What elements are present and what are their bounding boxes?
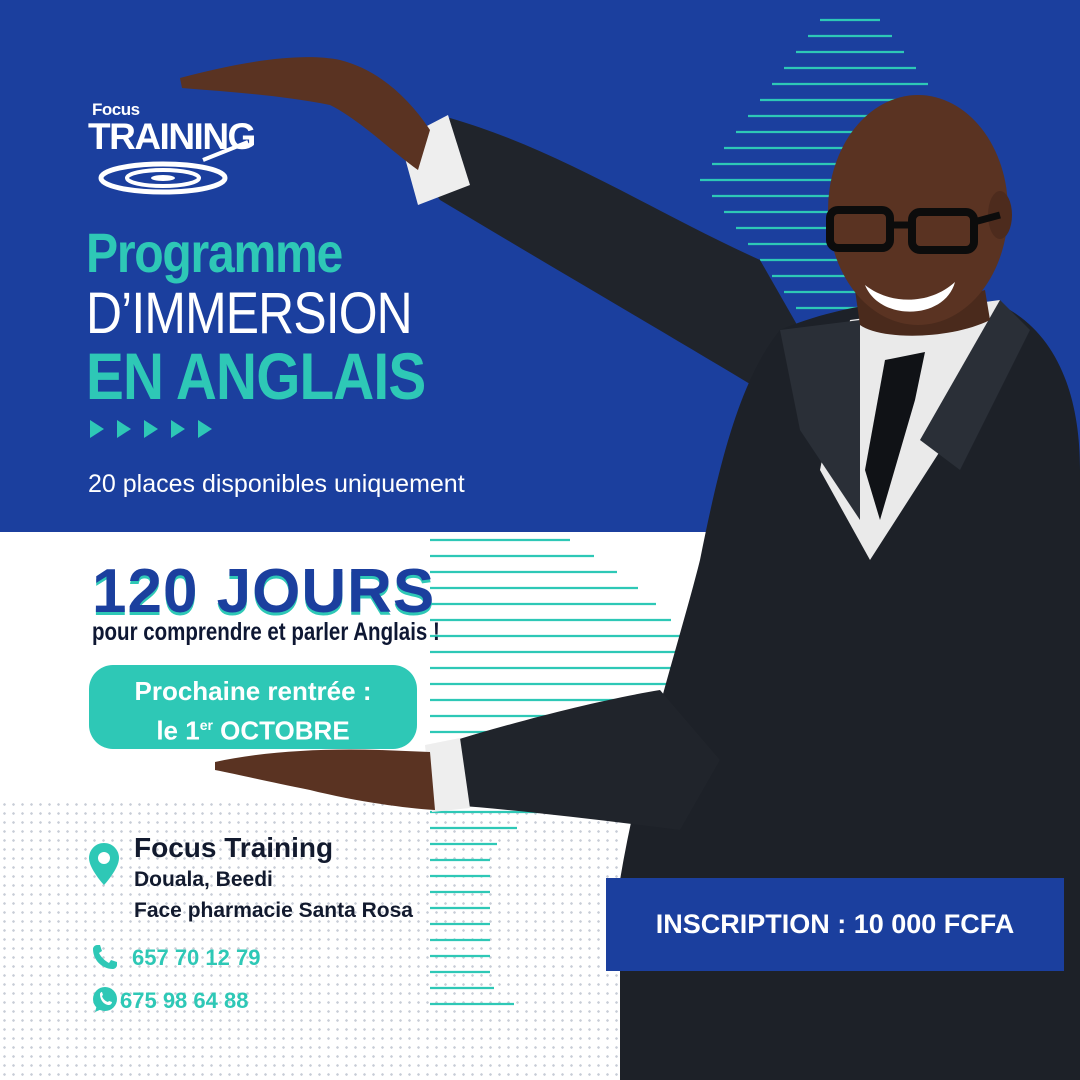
headline-programme: Programme [86,221,343,284]
flyer: Focus TRAINING Programme D’IMMERSION EN … [0,0,1080,1080]
address-line1: Douala, Beedi [134,868,273,891]
phone-number-2[interactable]: 675 98 64 88 [120,988,248,1014]
target-swoosh-logo-icon [98,140,249,195]
phone-number-1[interactable]: 657 70 12 79 [132,945,260,971]
duration-subtitle: pour comprendre et parler Anglais ! [92,618,440,646]
location-pin-icon [89,843,119,885]
play-arrow-icon [117,420,131,438]
phone-icon [93,945,117,969]
next-session-line1: Prochaine rentrée : [134,676,372,706]
play-arrow-icon [90,420,104,438]
address-line2: Face pharmacie Santa Rosa [134,899,413,922]
places-available: 20 places disponibles uniquement [88,470,465,498]
whatsapp-icon [93,987,117,1012]
play-arrow-icon [171,420,185,438]
duration-title: 120 JOURS [92,557,436,626]
focus-training-logo: Focus TRAINING [88,100,263,195]
address-name: Focus Training [134,832,334,863]
next-session-ordinal: er [199,717,213,733]
next-session-line2: le 1er OCTOBRE [89,708,417,748]
play-arrow-icon [198,420,212,438]
headline-immersion: D’IMMERSION [86,281,413,346]
arrow-row [90,420,212,438]
inscription-fee-banner: INSCRIPTION : 10 000 FCFA [606,878,1064,971]
headline-anglais: EN ANGLAIS [86,339,426,413]
next-session-month: OCTOBRE [212,715,350,746]
play-arrow-icon [144,420,158,438]
next-session-badge: Prochaine rentrée : le 1er OCTOBRE [89,665,417,749]
next-session-date-prefix: le 1 [156,715,200,746]
